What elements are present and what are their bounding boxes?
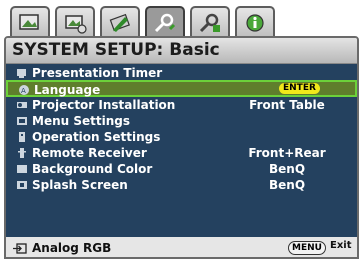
menu-item-background-color[interactable]: Background Color BenQ [6,161,357,177]
tab-advanced-picture[interactable] [55,6,95,38]
information-icon [246,14,264,32]
background-color-icon [17,165,27,173]
tab-display[interactable] [100,6,140,38]
settings-menu: Presentation Timer A Language ENTER Proj… [6,64,357,237]
timer-icon [17,69,26,78]
status-bar: Analog RGB MENU Exit [6,237,357,257]
tab-system-setup-advanced[interactable] [190,6,230,38]
page-title: SYSTEM SETUP: Basic [12,40,220,60]
osd-panel: SYSTEM SETUP: Basic Presentation Timer A… [4,36,359,259]
display-icon [109,13,130,32]
menu-tabs [10,6,275,38]
menu-item-operation-settings[interactable]: Operation Settings [6,129,357,145]
svg-text:A: A [21,87,26,95]
tab-picture[interactable] [10,6,50,38]
menu-item-presentation-timer[interactable]: Presentation Timer [6,65,357,81]
projector-icon [17,102,27,108]
menu-item-language[interactable]: A Language ENTER [6,80,357,97]
remote-receiver-icon [18,148,26,158]
input-source-label: Analog RGB [32,241,112,255]
tab-information[interactable] [235,6,275,38]
picture-icon [19,14,39,30]
exit-label[interactable]: Exit [330,240,352,251]
title-bar: SYSTEM SETUP: Basic [6,38,357,64]
enter-badge[interactable]: ENTER [279,83,320,94]
menu-item-remote-receiver[interactable]: Remote Receiver Front+Rear [6,145,357,161]
menu-item-splash-screen[interactable]: Splash Screen BenQ [6,177,357,193]
menu-button[interactable]: MENU [288,241,326,255]
menu-item-menu-settings[interactable]: Menu Settings [6,113,357,129]
menu-item-projector-installation[interactable]: Projector Installation Front Table [6,97,357,113]
operation-settings-icon [19,132,25,142]
system-setup-advanced-icon [199,13,220,33]
menu-settings-icon [17,117,27,125]
system-setup-basic-icon [154,13,176,33]
advanced-picture-icon [65,15,87,34]
input-source-icon [13,243,27,254]
tab-system-setup-basic[interactable] [145,6,185,38]
splash-screen-icon [17,181,27,189]
language-icon: A [19,85,29,95]
